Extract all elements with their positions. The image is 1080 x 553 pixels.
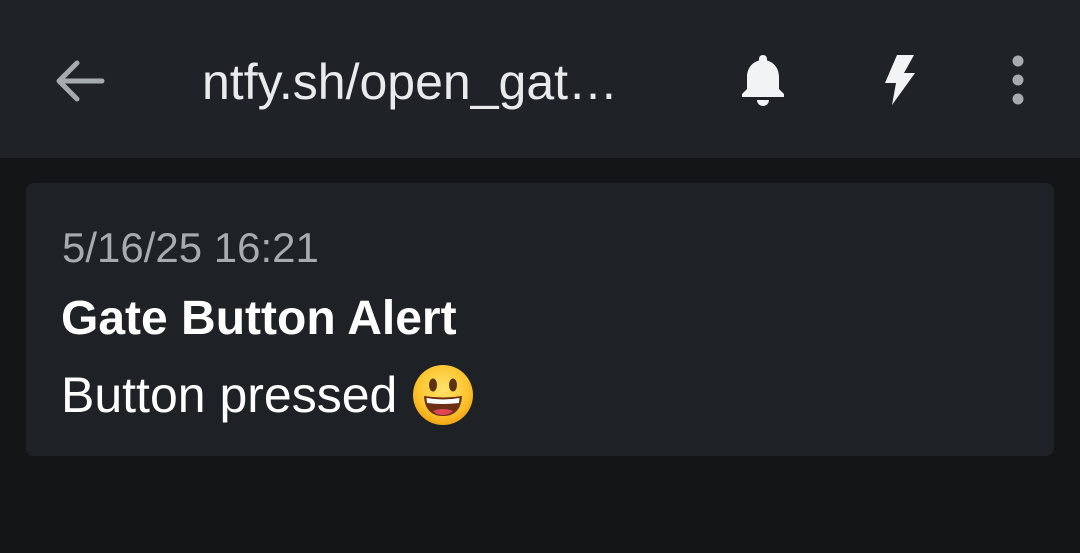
back-button[interactable] [50,52,108,110]
instant-delivery-button[interactable] [868,48,932,112]
app-bar: ntfy.sh/open_gat… [0,0,1080,158]
message-title: Gate Button Alert [61,292,457,345]
message-timestamp: 5/16/25 16:21 [62,224,319,271]
message-body: Button pressed [61,363,475,427]
more-options-button[interactable] [986,48,1050,112]
grinning-face-emoji-icon [413,365,474,425]
arrow-left-icon [56,60,105,102]
lightning-bolt-icon [885,55,915,105]
more-vertical-icon [1012,55,1024,105]
notification-card[interactable]: 5/16/25 16:21 Gate Button Alert Button p… [26,183,1054,456]
bell-icon [742,55,784,106]
message-body-text: Button pressed [61,367,398,423]
topic-title: ntfy.sh/open_gat… [202,54,619,110]
notifications-button[interactable] [731,48,795,112]
